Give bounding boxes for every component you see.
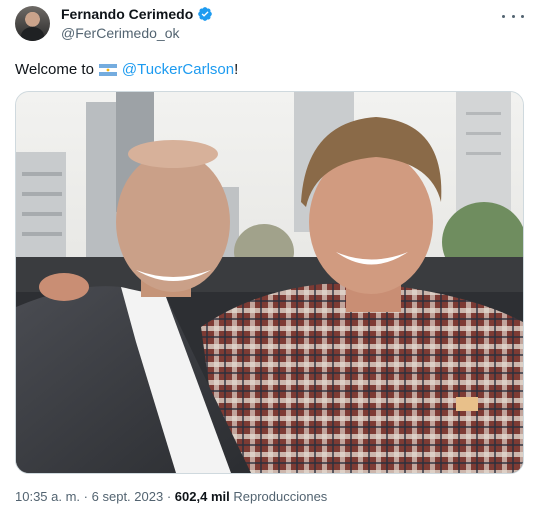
author-name-row: Fernando Cerimedo [61,6,213,22]
author-display-name[interactable]: Fernando Cerimedo [61,6,193,22]
verified-badge-icon [198,7,213,21]
tweet: Fernando Cerimedo @FerCerimedo_ok Welcom… [0,0,547,515]
views-label: Reproducciones [233,489,328,504]
photo-illustration [16,92,523,473]
argentina-flag-icon [98,64,117,76]
tweet-photo[interactable] [15,91,524,474]
more-options-icon[interactable] [502,8,524,24]
tweet-meta: 10:35 a. m. · 6 sept. 2023 · 602,4 mil R… [15,489,327,504]
tweet-text-exclamation: ! [234,61,239,78]
tweet-text-intro: Welcome to [15,61,94,78]
tweet-text: Welcome to @TuckerCarlson ! [15,60,238,80]
meta-separator: · [166,489,172,504]
meta-separator: · [83,489,89,504]
mention-link[interactable]: @TuckerCarlson [122,60,234,80]
tweet-date[interactable]: 6 sept. 2023 [92,489,164,504]
views-count: 602,4 mil [174,489,230,504]
author-handle[interactable]: @FerCerimedo_ok [61,25,179,41]
avatar[interactable] [15,6,50,41]
tweet-time[interactable]: 10:35 a. m. [15,489,80,504]
